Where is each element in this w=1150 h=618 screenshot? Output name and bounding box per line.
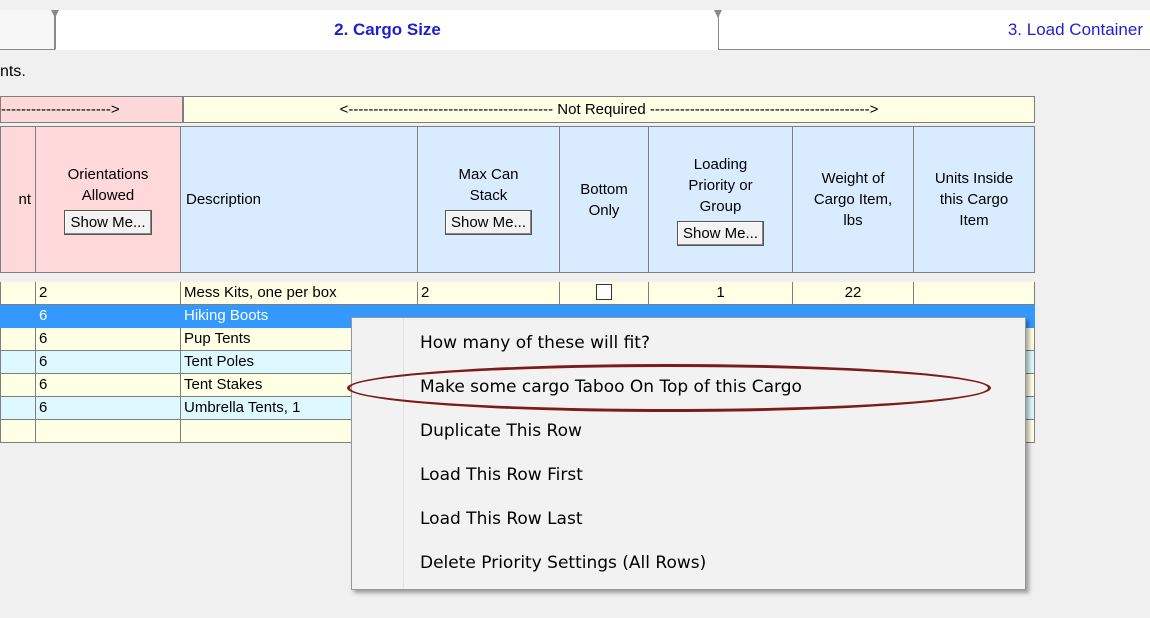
column-header-units[interactable]: Units Inside this Cargo Item	[913, 126, 1035, 273]
table-cell[interactable]: 6	[35, 328, 181, 351]
table-cell[interactable]: 2	[35, 282, 181, 305]
column-header-description[interactable]: Description	[180, 126, 418, 273]
context-menu-gutter-line	[403, 318, 404, 588]
column-header-partial-label: nt	[18, 191, 31, 208]
column-header-units-label: Units Inside this Cargo Item	[934, 170, 1014, 229]
column-header-max-stack[interactable]: Max Can Stack Show Me...	[417, 126, 560, 273]
column-header-description-label: Description	[186, 191, 262, 208]
column-header-priority-label: Loading Priority or Group	[688, 155, 753, 215]
max-stack-show-me-button[interactable]: Show Me...	[444, 210, 533, 235]
tab-divider-notch	[51, 10, 59, 18]
orientations-show-me-button[interactable]: Show Me...	[64, 210, 152, 235]
table-cell[interactable]: 22	[792, 282, 914, 305]
instruction-text: nts.	[0, 63, 26, 80]
column-header-partial[interactable]: nt	[0, 126, 36, 273]
menu-item-duplicate-row[interactable]: Duplicate This Row	[420, 421, 582, 441]
table-cell[interactable]	[0, 374, 36, 397]
column-header-weight-label: Weight of Cargo Item, lbs	[813, 170, 893, 229]
required-band-label: ---------------------->	[1, 101, 120, 118]
menu-item-delete-priority[interactable]: Delete Priority Settings (All Rows)	[420, 553, 706, 573]
table-cell[interactable]: 2	[417, 282, 560, 305]
table-cell[interactable]	[0, 282, 36, 305]
column-header-priority[interactable]: Loading Priority or Group Show Me...	[648, 126, 793, 273]
table-cell[interactable]: 1	[648, 282, 793, 305]
table-cell[interactable]: 6	[35, 305, 181, 328]
tab-divider-notch	[714, 10, 722, 18]
table-cell[interactable]	[0, 351, 36, 374]
required-band: ---------------------->	[0, 96, 183, 123]
table-cell[interactable]: 6	[35, 351, 181, 374]
tab-cargo-size-label: 2. Cargo Size	[334, 19, 441, 39]
priority-show-me-button[interactable]: Show Me...	[676, 220, 765, 246]
menu-item-load-first[interactable]: Load This Row First	[420, 465, 583, 485]
column-header-bottom-only-label: Bottom Only	[580, 180, 628, 219]
table-cell[interactable]	[0, 328, 36, 351]
table-cell[interactable]	[0, 397, 36, 420]
table-cell[interactable]: Mess Kits, one per box	[180, 282, 418, 305]
tab-load-container[interactable]: 3. Load Container	[718, 10, 1150, 50]
context-menu	[351, 317, 1026, 590]
column-header-max-stack-label: Max Can Stack	[458, 166, 519, 204]
bottom-only-checkbox[interactable]	[596, 283, 612, 300]
highlight-ellipse	[347, 364, 991, 412]
tab-previous[interactable]	[0, 10, 55, 50]
tab-cargo-size[interactable]: 2. Cargo Size	[55, 10, 720, 50]
table-cell[interactable]	[913, 282, 1035, 305]
not-required-band-label: <---------------------------------------…	[339, 101, 879, 118]
table-cell[interactable]	[559, 282, 649, 305]
not-required-band: <---------------------------------------…	[183, 96, 1035, 123]
menu-item-load-last[interactable]: Load This Row Last	[420, 509, 583, 529]
table-cell[interactable]	[0, 305, 36, 328]
table-row[interactable]: 2 Mess Kits, one per box 2 1 22	[0, 282, 1035, 305]
column-header-weight[interactable]: Weight of Cargo Item, lbs	[792, 126, 914, 273]
column-header-orientations[interactable]: Orientations Allowed Show Me...	[35, 126, 181, 273]
column-header-orientations-label: Orientations Allowed	[67, 166, 149, 204]
column-header-bottom-only[interactable]: Bottom Only	[559, 126, 649, 273]
table-cell[interactable]: 6	[35, 397, 181, 420]
menu-item-how-many-fit[interactable]: How many of these will fit?	[420, 333, 650, 353]
table-cell[interactable]: 6	[35, 374, 181, 397]
tab-load-container-label: 3. Load Container	[1007, 19, 1143, 39]
table-cell[interactable]	[0, 420, 36, 443]
table-cell[interactable]	[35, 420, 181, 443]
